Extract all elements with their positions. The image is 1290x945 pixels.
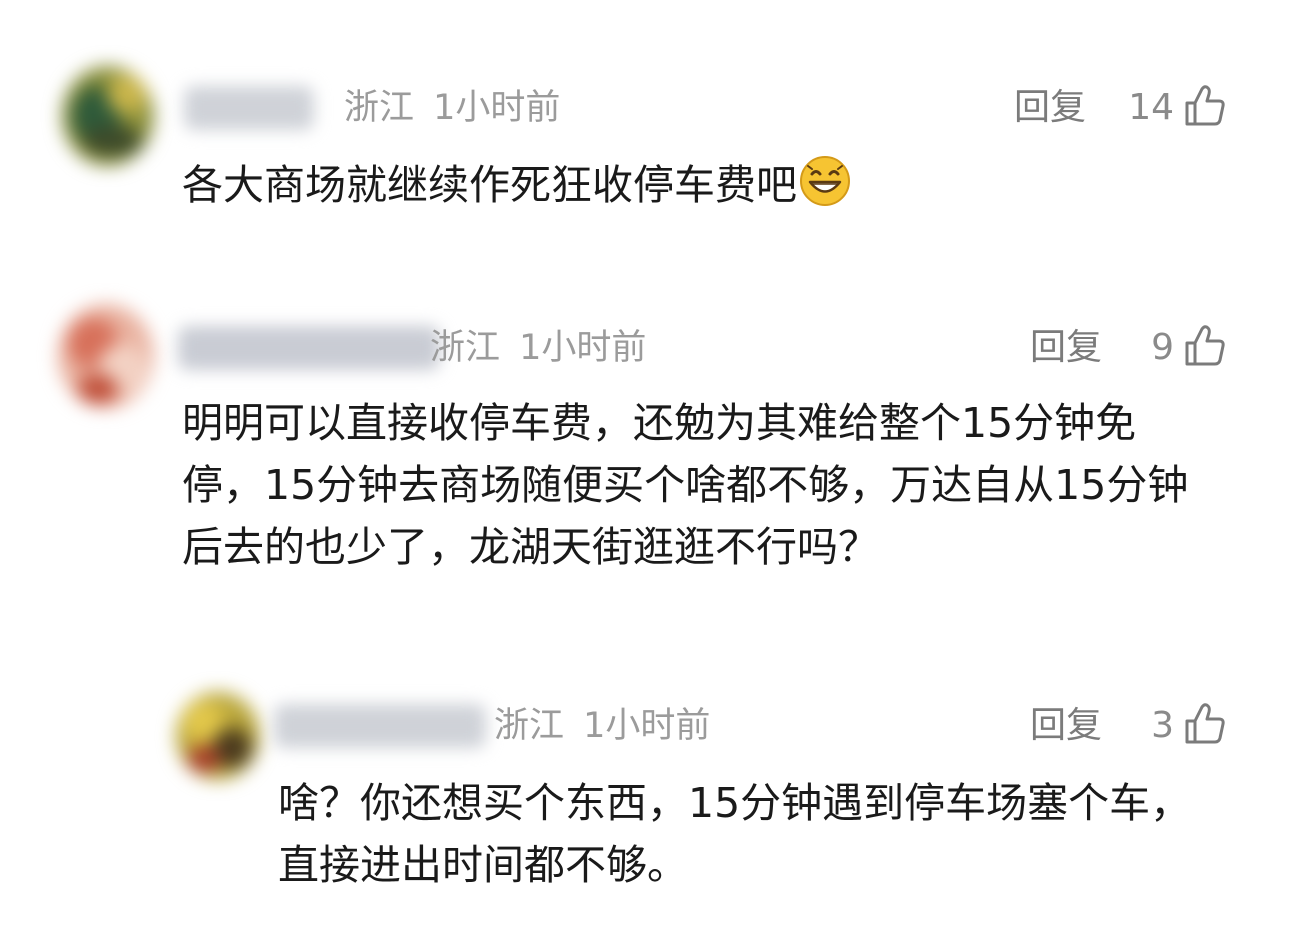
comment-body: 各大商场就继续作死狂收停车费吧	[182, 161, 797, 209]
timestamp: 1小时前	[519, 328, 647, 368]
comment-text: 明明可以直接收停车费，还勉为其难给整个15分钟免停，15分钟去商场随便买个啥都不…	[182, 399, 1189, 571]
comment-meta: 浙江 1小时前	[344, 86, 560, 130]
like-count: 14	[1128, 87, 1174, 128]
reply-button[interactable]: 回复	[1014, 86, 1086, 130]
username[interactable]	[274, 704, 486, 748]
location: 浙江	[430, 328, 501, 368]
like-count: 9	[1151, 327, 1174, 368]
thumbs-up-icon[interactable]	[1184, 324, 1226, 368]
avatar[interactable]	[176, 692, 260, 780]
comment-meta: 浙江 1小时前	[494, 704, 710, 748]
thumbs-up-icon[interactable]	[1184, 84, 1226, 128]
avatar[interactable]	[58, 304, 154, 408]
grinning-face-emoji	[800, 156, 850, 206]
comment-text: 各大商场就继续作死狂收停车费吧	[182, 154, 1222, 216]
location: 浙江	[344, 88, 415, 128]
comment-text: 啥？你还想买个东西，15分钟遇到停车场塞个车，直接进出时间都不够。	[278, 779, 1192, 889]
timestamp: 1小时前	[583, 706, 711, 746]
reply-button[interactable]: 回复	[1030, 704, 1102, 748]
username[interactable]	[184, 86, 314, 130]
like-count: 3	[1151, 705, 1174, 746]
comment-meta: 浙江 1小时前	[430, 326, 646, 370]
thumbs-up-icon[interactable]	[1184, 702, 1226, 746]
timestamp: 1小时前	[433, 88, 561, 128]
reply-button[interactable]: 回复	[1030, 326, 1102, 370]
username[interactable]	[178, 326, 440, 370]
location: 浙江	[494, 706, 565, 746]
avatar[interactable]	[62, 66, 154, 166]
